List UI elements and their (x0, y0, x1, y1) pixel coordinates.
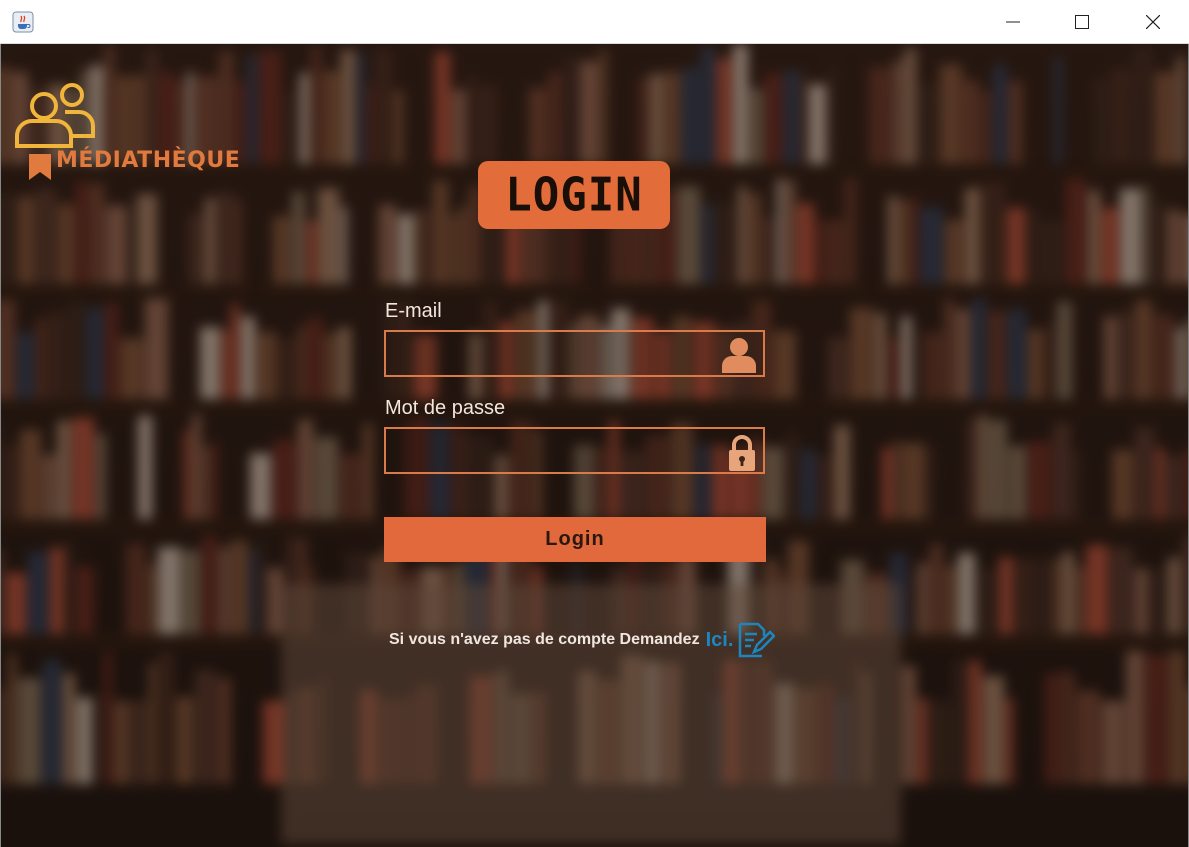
close-button[interactable] (1130, 0, 1176, 44)
signup-hint-text: Si vous n'avez pas de compte Demandez (389, 631, 700, 648)
login-heading-badge: LOGIN (478, 161, 670, 229)
password-field-box (384, 427, 765, 474)
email-field-box (384, 330, 765, 377)
email-input[interactable] (386, 332, 714, 377)
signup-link[interactable]: Ici. (706, 629, 734, 652)
close-icon (1146, 15, 1160, 29)
lock-icon (729, 435, 755, 471)
login-screen: MÉDIATHÈQUE LOGIN E-mail Mot de passe Lo… (0, 44, 1189, 847)
java-icon[interactable] (12, 11, 34, 33)
password-label: Mot de passe (385, 397, 506, 419)
edit-document-icon[interactable] (737, 622, 776, 658)
users-icon (15, 83, 95, 148)
brand-name: MÉDIATHÈQUE (56, 148, 241, 173)
login-heading: LOGIN (505, 168, 643, 222)
signup-hint: Si vous n'avez pas de compte Demandez Ic… (389, 622, 776, 658)
window-title-bar (0, 0, 1189, 44)
login-button[interactable]: Login (384, 517, 766, 562)
user-icon (722, 338, 756, 373)
minimize-button[interactable] (990, 0, 1036, 44)
bookmark-icon (29, 154, 51, 180)
minimize-icon (1006, 21, 1020, 23)
email-label: E-mail (385, 300, 442, 322)
password-input[interactable] (386, 429, 714, 474)
maximize-button[interactable] (1059, 0, 1105, 44)
maximize-icon (1075, 15, 1089, 29)
